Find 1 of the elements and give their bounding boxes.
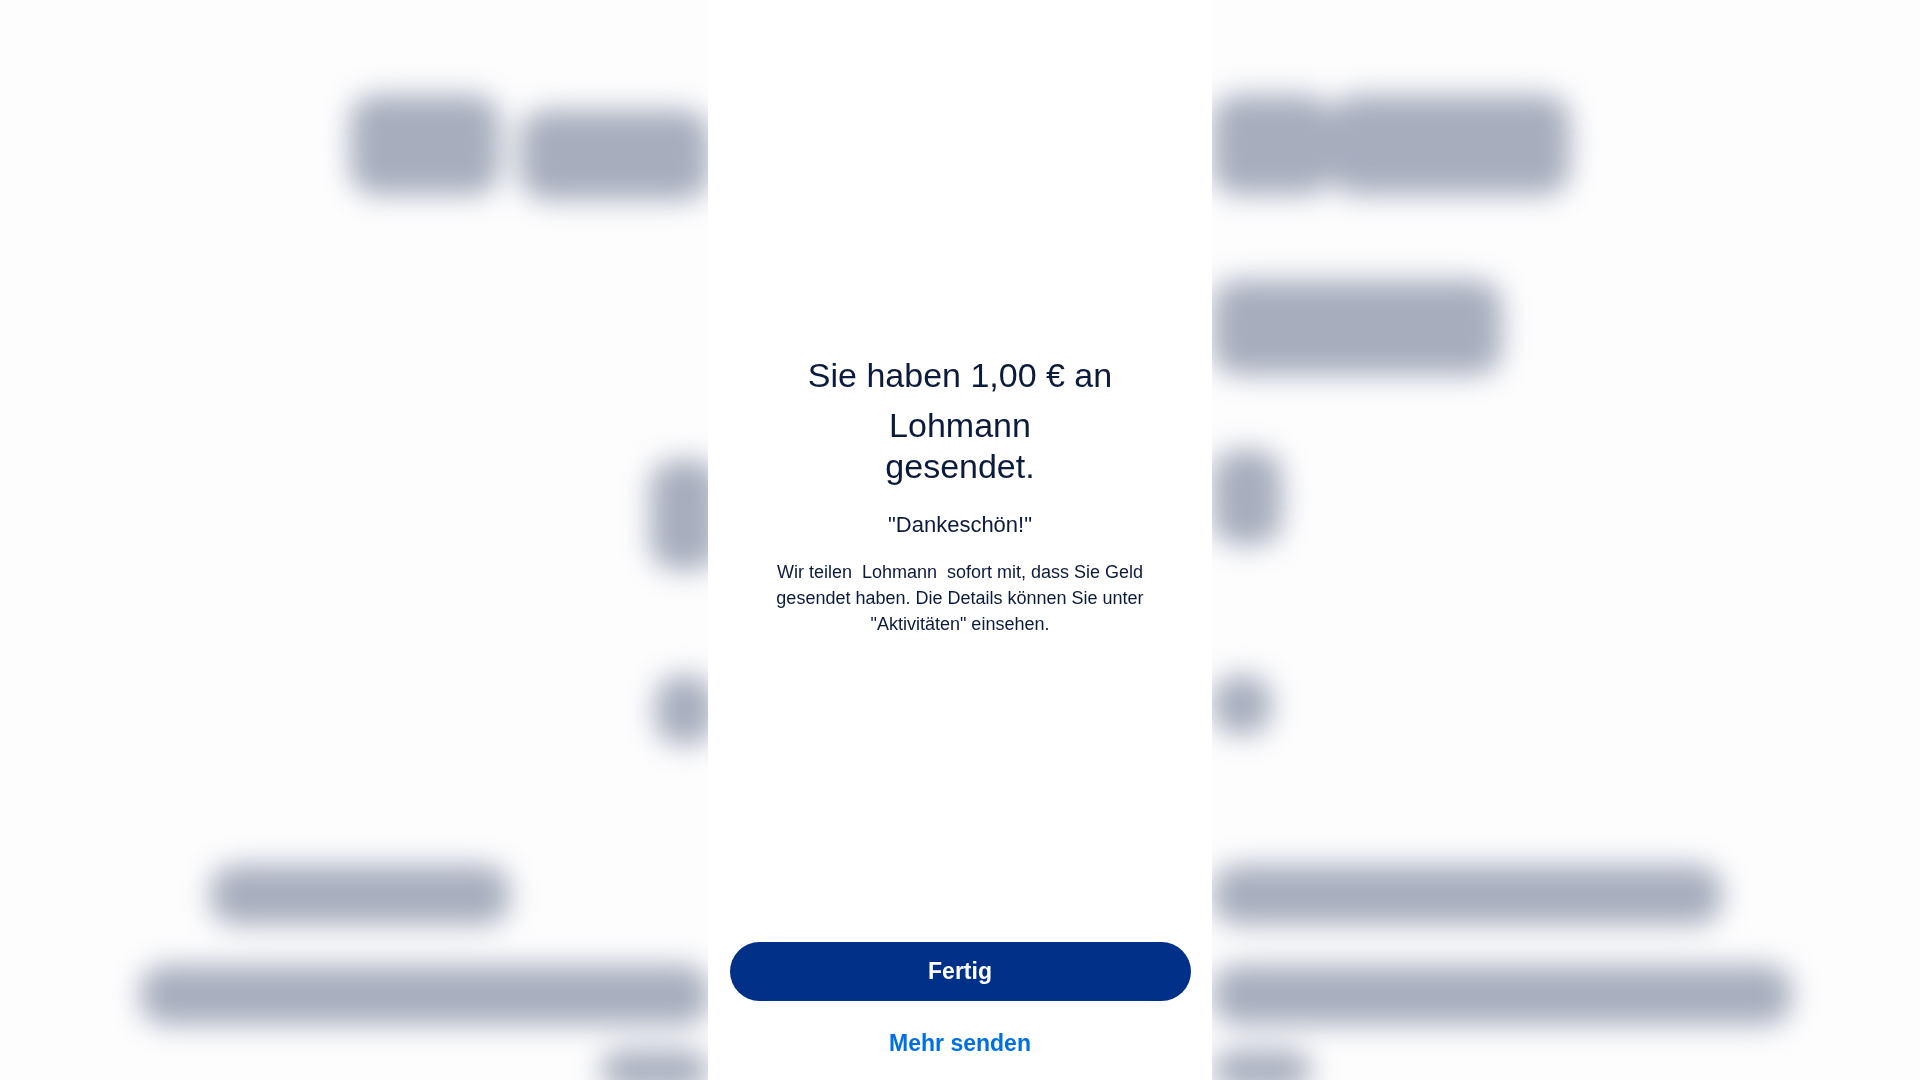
send-more-link[interactable]: Mehr senden bbox=[889, 1028, 1031, 1058]
